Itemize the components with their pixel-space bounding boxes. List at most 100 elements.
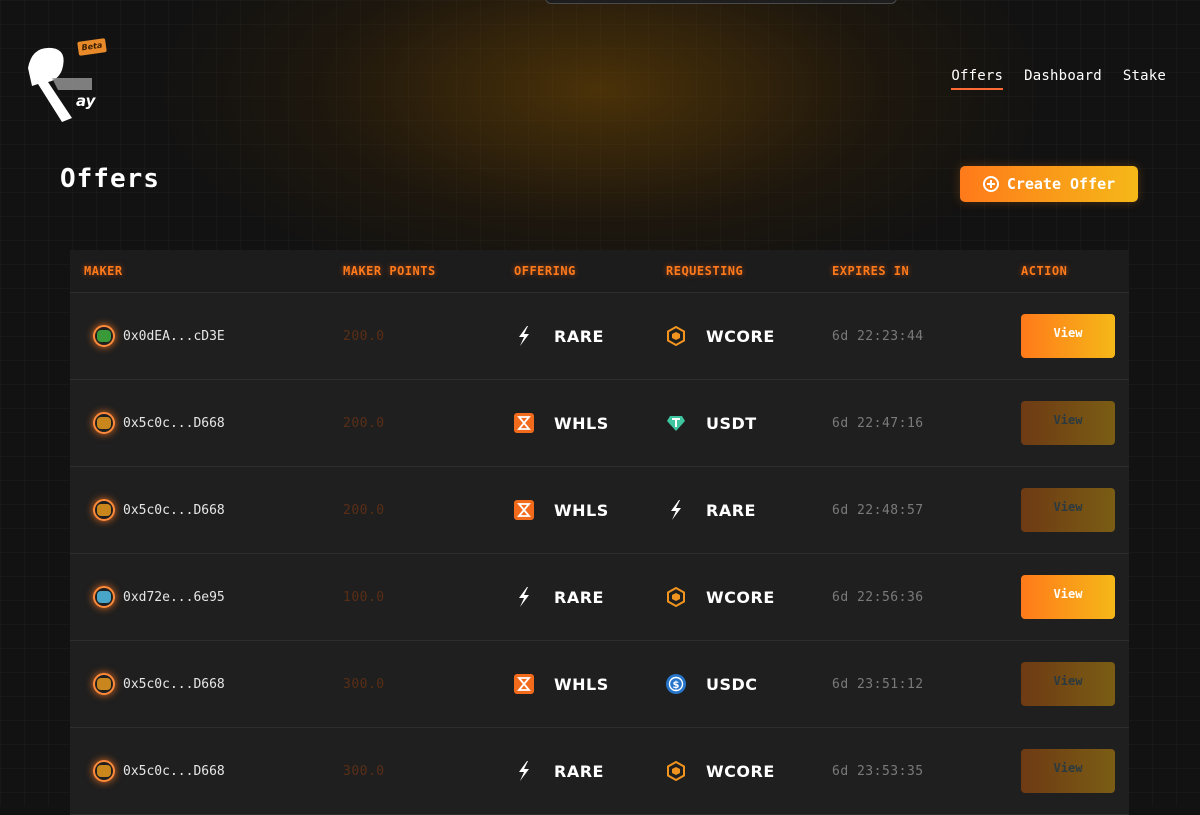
offering-token: RARE — [554, 587, 604, 607]
maker-address[interactable]: 0x5c0c...D668 — [123, 416, 225, 431]
requesting-cell: USDT — [666, 413, 757, 433]
view-button[interactable]: View — [1021, 488, 1115, 532]
expires-in: 6d 22:47:16 — [832, 415, 924, 431]
maker-avatar — [93, 325, 115, 347]
offering-token: WHLS — [554, 674, 609, 694]
maker-address[interactable]: 0x5c0c...D668 — [123, 503, 225, 518]
offering-cell: WHLS — [514, 413, 609, 433]
offering-cell: RARE — [514, 326, 604, 346]
requesting-cell: WCORE — [666, 761, 775, 781]
table-row-3[interactable]: 0x5c0c...D668 200.0 WHLS RARE 6d 22:48:5… — [70, 467, 1129, 554]
maker-points-cell: 200.0 — [343, 416, 385, 431]
maker-cell: 0x5c0c...D668 — [84, 499, 225, 521]
requesting-token: WCORE — [706, 761, 775, 781]
offering-token: WHLS — [554, 413, 609, 433]
top-search-bar[interactable] — [545, 0, 897, 4]
bolt-icon — [514, 326, 534, 346]
view-button[interactable]: View — [1021, 401, 1115, 445]
expires-in: 6d 22:48:57 — [832, 502, 924, 518]
requesting-token: USDC — [706, 674, 758, 694]
expires-in: 6d 22:56:36 — [832, 589, 924, 605]
maker-cell: 0xd72e...6e95 — [84, 586, 225, 608]
expires-in: 6d 23:51:12 — [832, 676, 924, 692]
bolt-icon — [514, 761, 534, 781]
expires-cell: 6d 22:47:16 — [832, 416, 924, 431]
maker-avatar — [93, 760, 115, 782]
expires-cell: 6d 22:23:44 — [832, 329, 924, 344]
offering-cell: RARE — [514, 761, 604, 781]
offering-cell: WHLS — [514, 674, 609, 694]
view-button[interactable]: View — [1021, 575, 1115, 619]
maker-points-cell: 200.0 — [343, 329, 385, 344]
column-header-expires-in: EXPIRES IN — [832, 264, 910, 278]
expires-in: 6d 23:53:35 — [832, 763, 924, 779]
requesting-cell: WCORE — [666, 326, 775, 346]
maker-points: 200.0 — [343, 415, 385, 431]
top-nav: Offers Dashboard Stake — [951, 68, 1166, 90]
table-header: MAKER MAKER POINTS OFFERING REQUESTING E… — [70, 250, 1129, 293]
tether-icon — [666, 413, 686, 433]
expires-in: 6d 22:23:44 — [832, 328, 924, 344]
maker-cell: 0x5c0c...D668 — [84, 760, 225, 782]
bolt-icon — [514, 587, 534, 607]
maker-avatar — [93, 673, 115, 695]
hourglass-icon — [514, 413, 534, 433]
maker-points: 200.0 — [343, 328, 385, 344]
maker-address[interactable]: 0x5c0c...D668 — [123, 677, 225, 692]
maker-address[interactable]: 0x0dEA...cD3E — [123, 329, 225, 344]
offering-cell: RARE — [514, 587, 604, 607]
requesting-cell: RARE — [666, 500, 756, 520]
action-cell: View — [1021, 314, 1115, 358]
maker-points-cell: 100.0 — [343, 590, 385, 605]
nav-dashboard[interactable]: Dashboard — [1024, 68, 1102, 90]
hex-icon — [666, 761, 686, 781]
maker-avatar — [93, 586, 115, 608]
hourglass-icon — [514, 674, 534, 694]
table-row-4[interactable]: 0xd72e...6e95 100.0 RARE WCORE 6d 22:56:… — [70, 554, 1129, 641]
maker-points-cell: 300.0 — [343, 677, 385, 692]
offering-token: WHLS — [554, 500, 609, 520]
requesting-cell: $ USDC — [666, 674, 758, 694]
maker-points-cell: 200.0 — [343, 503, 385, 518]
offering-token: RARE — [554, 761, 604, 781]
column-header-maker-points: MAKER POINTS — [343, 264, 436, 278]
requesting-token: USDT — [706, 413, 757, 433]
table-row-6[interactable]: 0x5c0c...D668 300.0 RARE WCORE 6d 23:53:… — [70, 728, 1129, 815]
table-row-2[interactable]: 0x5c0c...D668 200.0 WHLS USDT 6d 22:47:1… — [70, 380, 1129, 467]
usdc-icon: $ — [666, 674, 686, 694]
maker-address[interactable]: 0x5c0c...D668 — [123, 764, 225, 779]
action-cell: View — [1021, 401, 1115, 445]
maker-address[interactable]: 0xd72e...6e95 — [123, 590, 225, 605]
action-cell: View — [1021, 749, 1115, 793]
nav-offers[interactable]: Offers — [951, 68, 1004, 90]
offering-cell: WHLS — [514, 500, 609, 520]
view-button[interactable]: View — [1021, 662, 1115, 706]
column-header-requesting: REQUESTING — [666, 264, 744, 278]
requesting-token: WCORE — [706, 326, 775, 346]
maker-points: 300.0 — [343, 763, 385, 779]
create-offer-button[interactable]: Create Offer — [960, 166, 1138, 202]
maker-cell: 0x5c0c...D668 — [84, 412, 225, 434]
table-row-1[interactable]: 0x0dEA...cD3E 200.0 RARE WCORE 6d 22:23:… — [70, 293, 1129, 380]
table-row-5[interactable]: 0x5c0c...D668 300.0 WHLS $ USDC 6d 23:51… — [70, 641, 1129, 728]
nav-stake[interactable]: Stake — [1123, 68, 1166, 90]
hourglass-icon — [514, 500, 534, 520]
expires-cell: 6d 23:53:35 — [832, 764, 924, 779]
maker-points: 200.0 — [343, 502, 385, 518]
plus-circle-icon — [982, 176, 999, 192]
view-button[interactable]: View — [1021, 749, 1115, 793]
expires-cell: 6d 22:56:36 — [832, 590, 924, 605]
column-header-maker: MAKER — [84, 264, 123, 278]
expires-cell: 6d 22:48:57 — [832, 503, 924, 518]
logo-text: ay — [76, 92, 97, 110]
offering-token: RARE — [554, 326, 604, 346]
action-cell: View — [1021, 662, 1115, 706]
maker-avatar — [93, 499, 115, 521]
expires-cell: 6d 23:51:12 — [832, 677, 924, 692]
offers-table: MAKER MAKER POINTS OFFERING REQUESTING E… — [70, 250, 1129, 815]
view-button[interactable]: View — [1021, 314, 1115, 358]
column-header-action: ACTION — [1021, 264, 1068, 278]
hex-icon — [666, 326, 686, 346]
action-cell: View — [1021, 575, 1115, 619]
table-body: 0x0dEA...cD3E 200.0 RARE WCORE 6d 22:23:… — [70, 293, 1129, 815]
